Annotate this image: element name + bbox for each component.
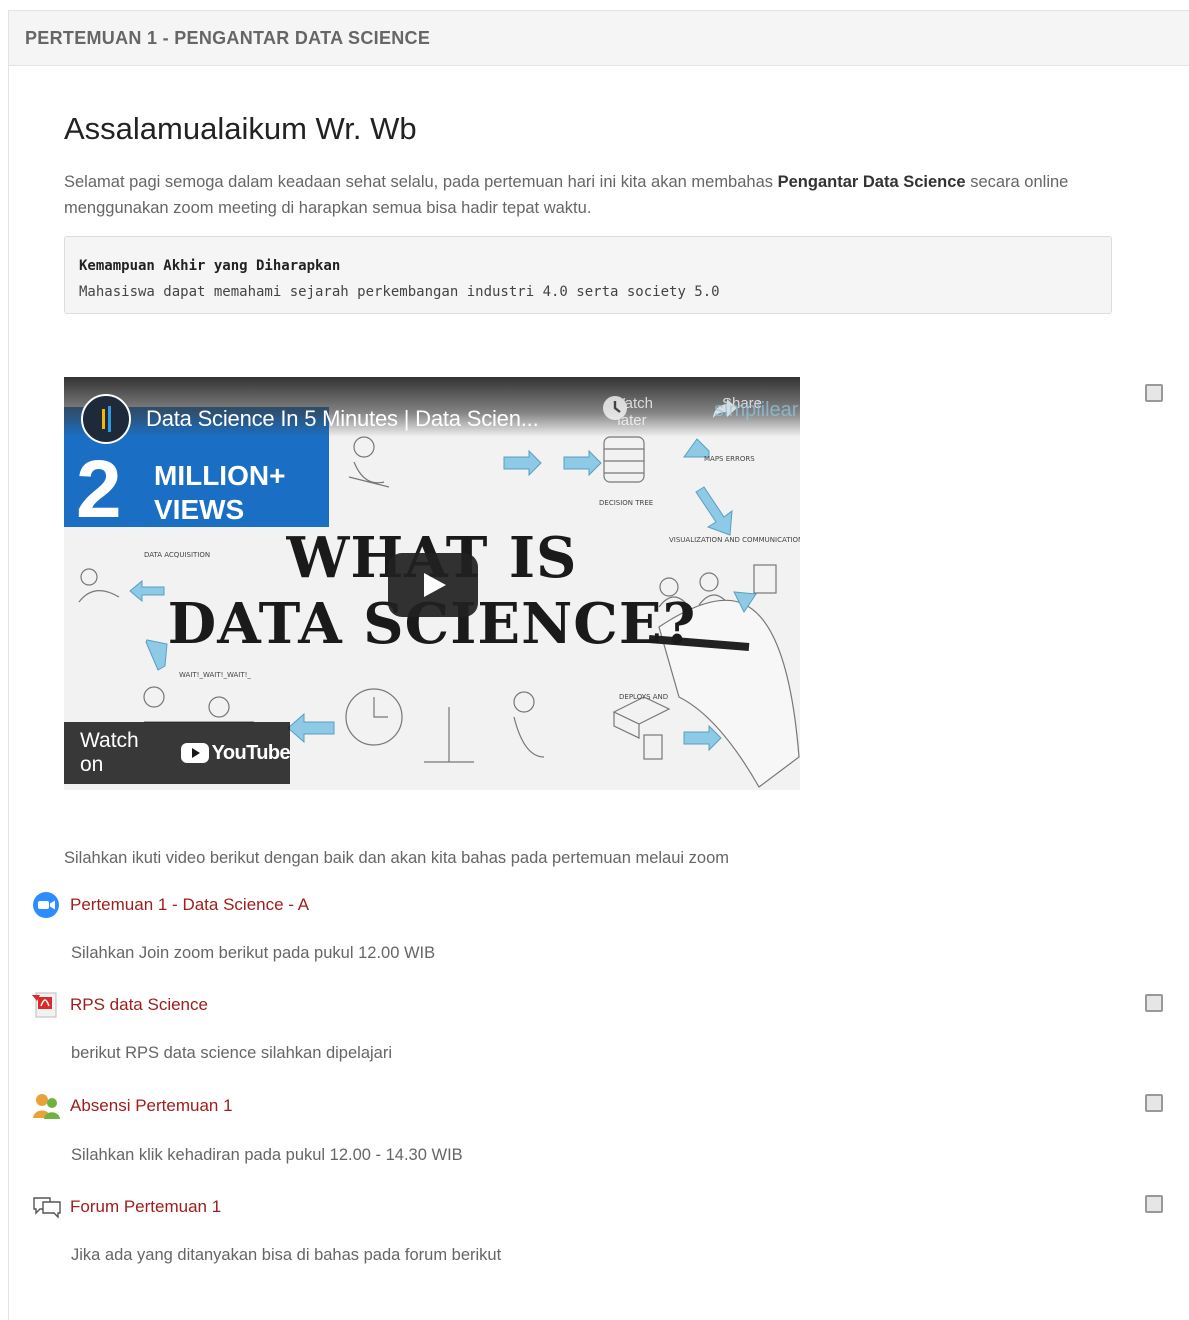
section-title: PERTEMUAN 1 - PENGANTAR DATA SCIENCE	[9, 11, 1189, 66]
activity-link-attendance[interactable]: Absensi Pertemuan 1	[70, 1096, 233, 1116]
intro-paragraph: Selamat pagi semoga dalam keadaan sehat …	[64, 169, 1124, 221]
activity-forum[interactable]: Forum Pertemuan 1	[32, 1193, 221, 1221]
activity-zoom-meeting[interactable]: Pertemuan 1 - Data Science - A	[32, 891, 309, 919]
watch-on-label: Watch on	[80, 729, 139, 776]
completion-checkbox-video[interactable]	[1145, 384, 1163, 402]
completion-checkbox-forum[interactable]	[1145, 1195, 1163, 1213]
objective-title: Kemampuan Akhir yang Diharapkan	[79, 258, 341, 274]
pdf-icon	[32, 991, 64, 1019]
activity-link-forum[interactable]: Forum Pertemuan 1	[70, 1197, 221, 1217]
activity-rps-file[interactable]: RPS data Science	[32, 991, 208, 1019]
watch-later-button[interactable]: Watch later	[602, 395, 662, 429]
activity-description-attendance: Silahkan klik kehadiran pada pukul 12.00…	[71, 1146, 463, 1164]
play-button[interactable]	[388, 553, 478, 617]
clock-icon	[603, 396, 627, 420]
youtube-play-icon	[180, 743, 209, 763]
completion-checkbox-attendance[interactable]	[1145, 1094, 1163, 1112]
video-instruction: Silahkan ikuti video berikut dengan baik…	[64, 849, 730, 867]
attendance-icon	[32, 1092, 64, 1120]
activity-description-zoom: Silahkan Join zoom berikut pada pukul 12…	[71, 944, 436, 962]
activity-attendance[interactable]: Absensi Pertemuan 1	[32, 1092, 233, 1120]
completion-checkbox-rps[interactable]	[1145, 994, 1163, 1012]
intro-text: Selamat pagi semoga dalam keadaan sehat …	[64, 173, 778, 191]
course-section: PERTEMUAN 1 - PENGANTAR DATA SCIENCE Ass…	[8, 10, 1189, 1320]
svg-text:MAPS ERRORS: MAPS ERRORS	[704, 455, 755, 463]
youtube-logo: YouTube	[180, 741, 291, 765]
forum-icon	[32, 1193, 64, 1221]
banner-line-2: VIEWS	[154, 494, 245, 525]
intro-bold-text: Pengantar Data Science	[777, 173, 966, 191]
youtube-wordmark: YouTube	[211, 741, 291, 764]
brand-watermark: simplilearn	[714, 399, 800, 421]
activity-description-forum: Jika ada yang ditanyakan bisa di bahas p…	[71, 1246, 502, 1264]
activity-description-rps: berikut RPS data science silahkan dipela…	[71, 1044, 393, 1062]
video-title[interactable]: Data Science In 5 Minutes | Data Scien..…	[146, 406, 539, 432]
activity-link-rps[interactable]: RPS data Science	[70, 995, 208, 1015]
svg-text:WAIT!_WAIT!_WAIT!_: WAIT!_WAIT!_WAIT!_	[179, 671, 251, 679]
banner-number: 2	[76, 444, 122, 535]
activity-link-zoom[interactable]: Pertemuan 1 - Data Science - A	[70, 895, 309, 915]
youtube-embed[interactable]: DATA ACQUISITION DECISION TREE VISUALIZA…	[64, 377, 800, 790]
banner-text: MILLION+ VIEWS	[154, 459, 285, 527]
greeting-heading: Assalamualaikum Wr. Wb	[64, 111, 417, 146]
zoom-icon	[32, 891, 64, 919]
objective-text: Mahasiswa dapat memahami sejarah perkemb…	[79, 284, 720, 300]
svg-text:DEPLOYS AND: DEPLOYS AND	[619, 693, 668, 701]
channel-logo[interactable]	[81, 394, 131, 444]
learning-objective-box: Kemampuan Akhir yang Diharapkan Mahasisw…	[64, 236, 1112, 314]
watch-on-youtube-button[interactable]: Watch on YouTube	[64, 722, 291, 784]
svg-text:DECISION TREE: DECISION TREE	[599, 499, 653, 507]
banner-line-1: MILLION+	[154, 460, 286, 491]
